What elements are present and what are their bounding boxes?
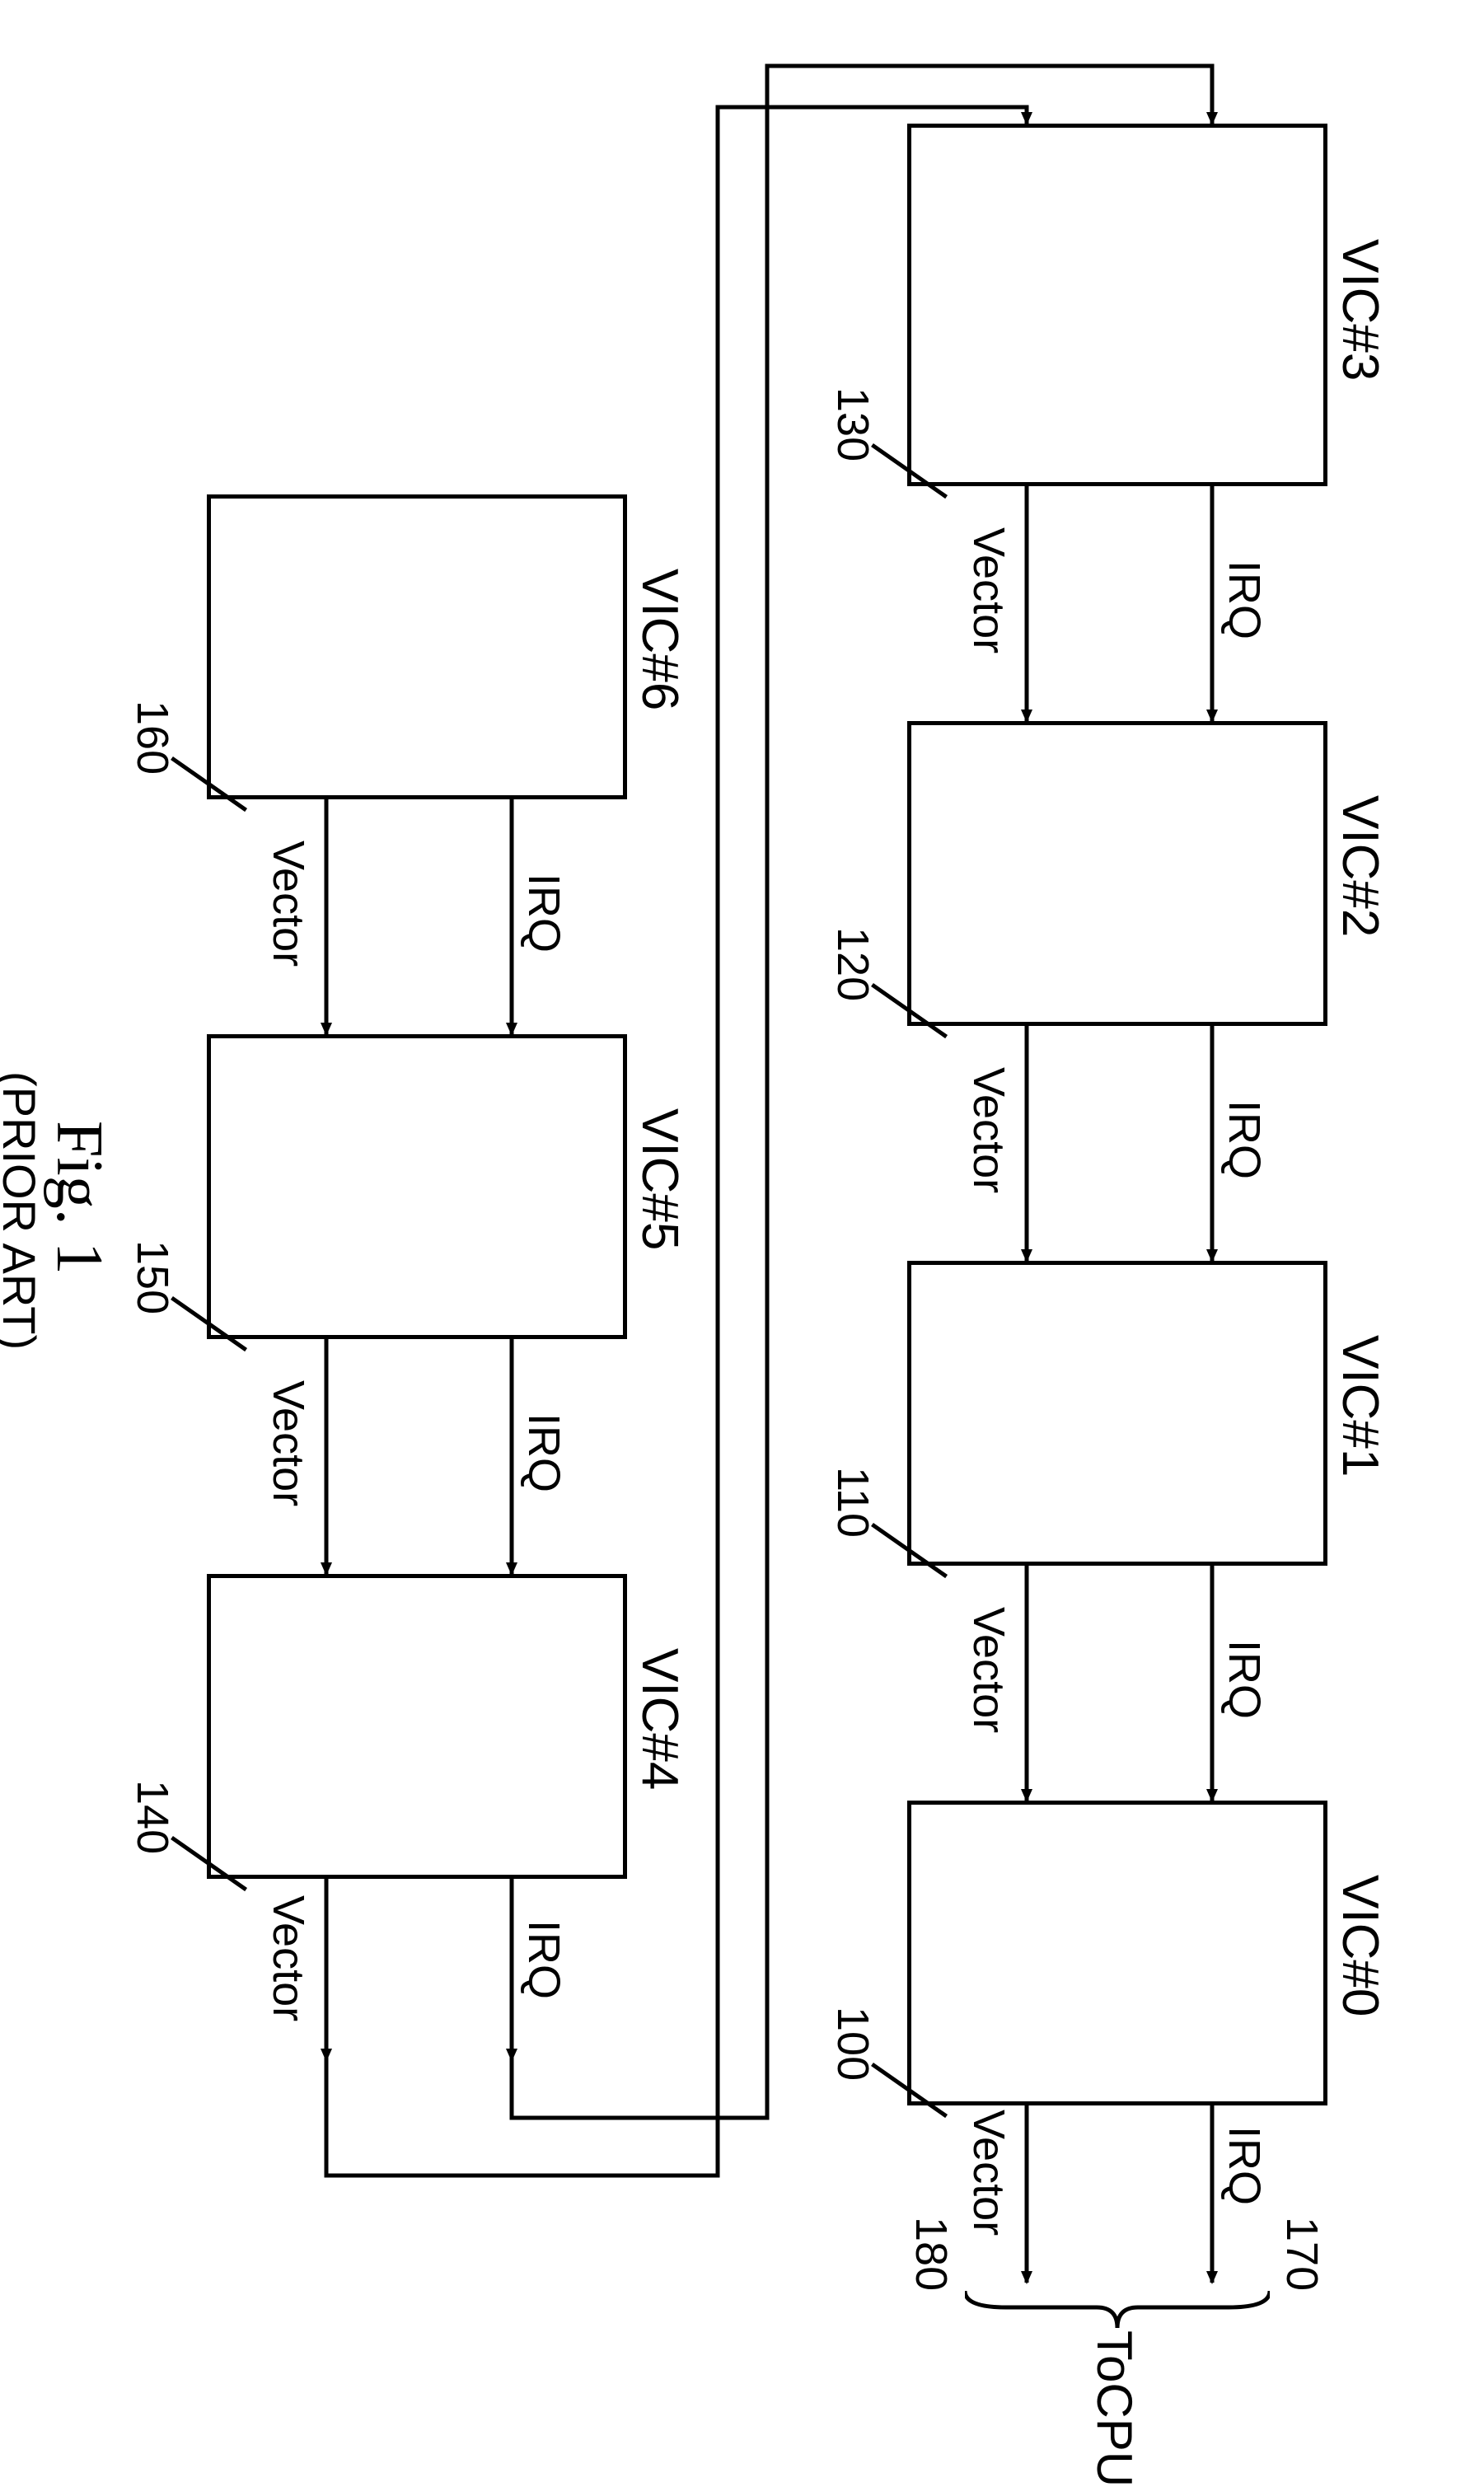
irq-label-1-0: IRQ — [1219, 1640, 1270, 1719]
vec-label-4-out: Vector — [263, 1895, 314, 2021]
irq-label-6-5: IRQ — [518, 873, 569, 953]
vec-label-3-2: Vector — [963, 527, 1014, 653]
irq-label-out: IRQ — [1219, 2126, 1270, 2205]
figure-title: Fig. 1 — [41, 1121, 116, 1275]
vec-label-out: Vector — [963, 2110, 1014, 2236]
vec-label-5-4: Vector — [263, 1380, 314, 1506]
vec-label-2-1: Vector — [963, 1067, 1014, 1193]
vec-label-1-0: Vector — [963, 1607, 1014, 1733]
arrows-layer — [0, 0, 1484, 2420]
figure-subtitle: (PRIOR ART) — [0, 1071, 46, 1350]
irq-label-5-4: IRQ — [518, 1413, 569, 1492]
vec-label-6-5: Vector — [263, 841, 314, 967]
irq-label-3-2: IRQ — [1219, 560, 1270, 639]
irq-label-4-out: IRQ — [518, 1920, 569, 1999]
irq-label-2-1: IRQ — [1219, 1100, 1270, 1179]
